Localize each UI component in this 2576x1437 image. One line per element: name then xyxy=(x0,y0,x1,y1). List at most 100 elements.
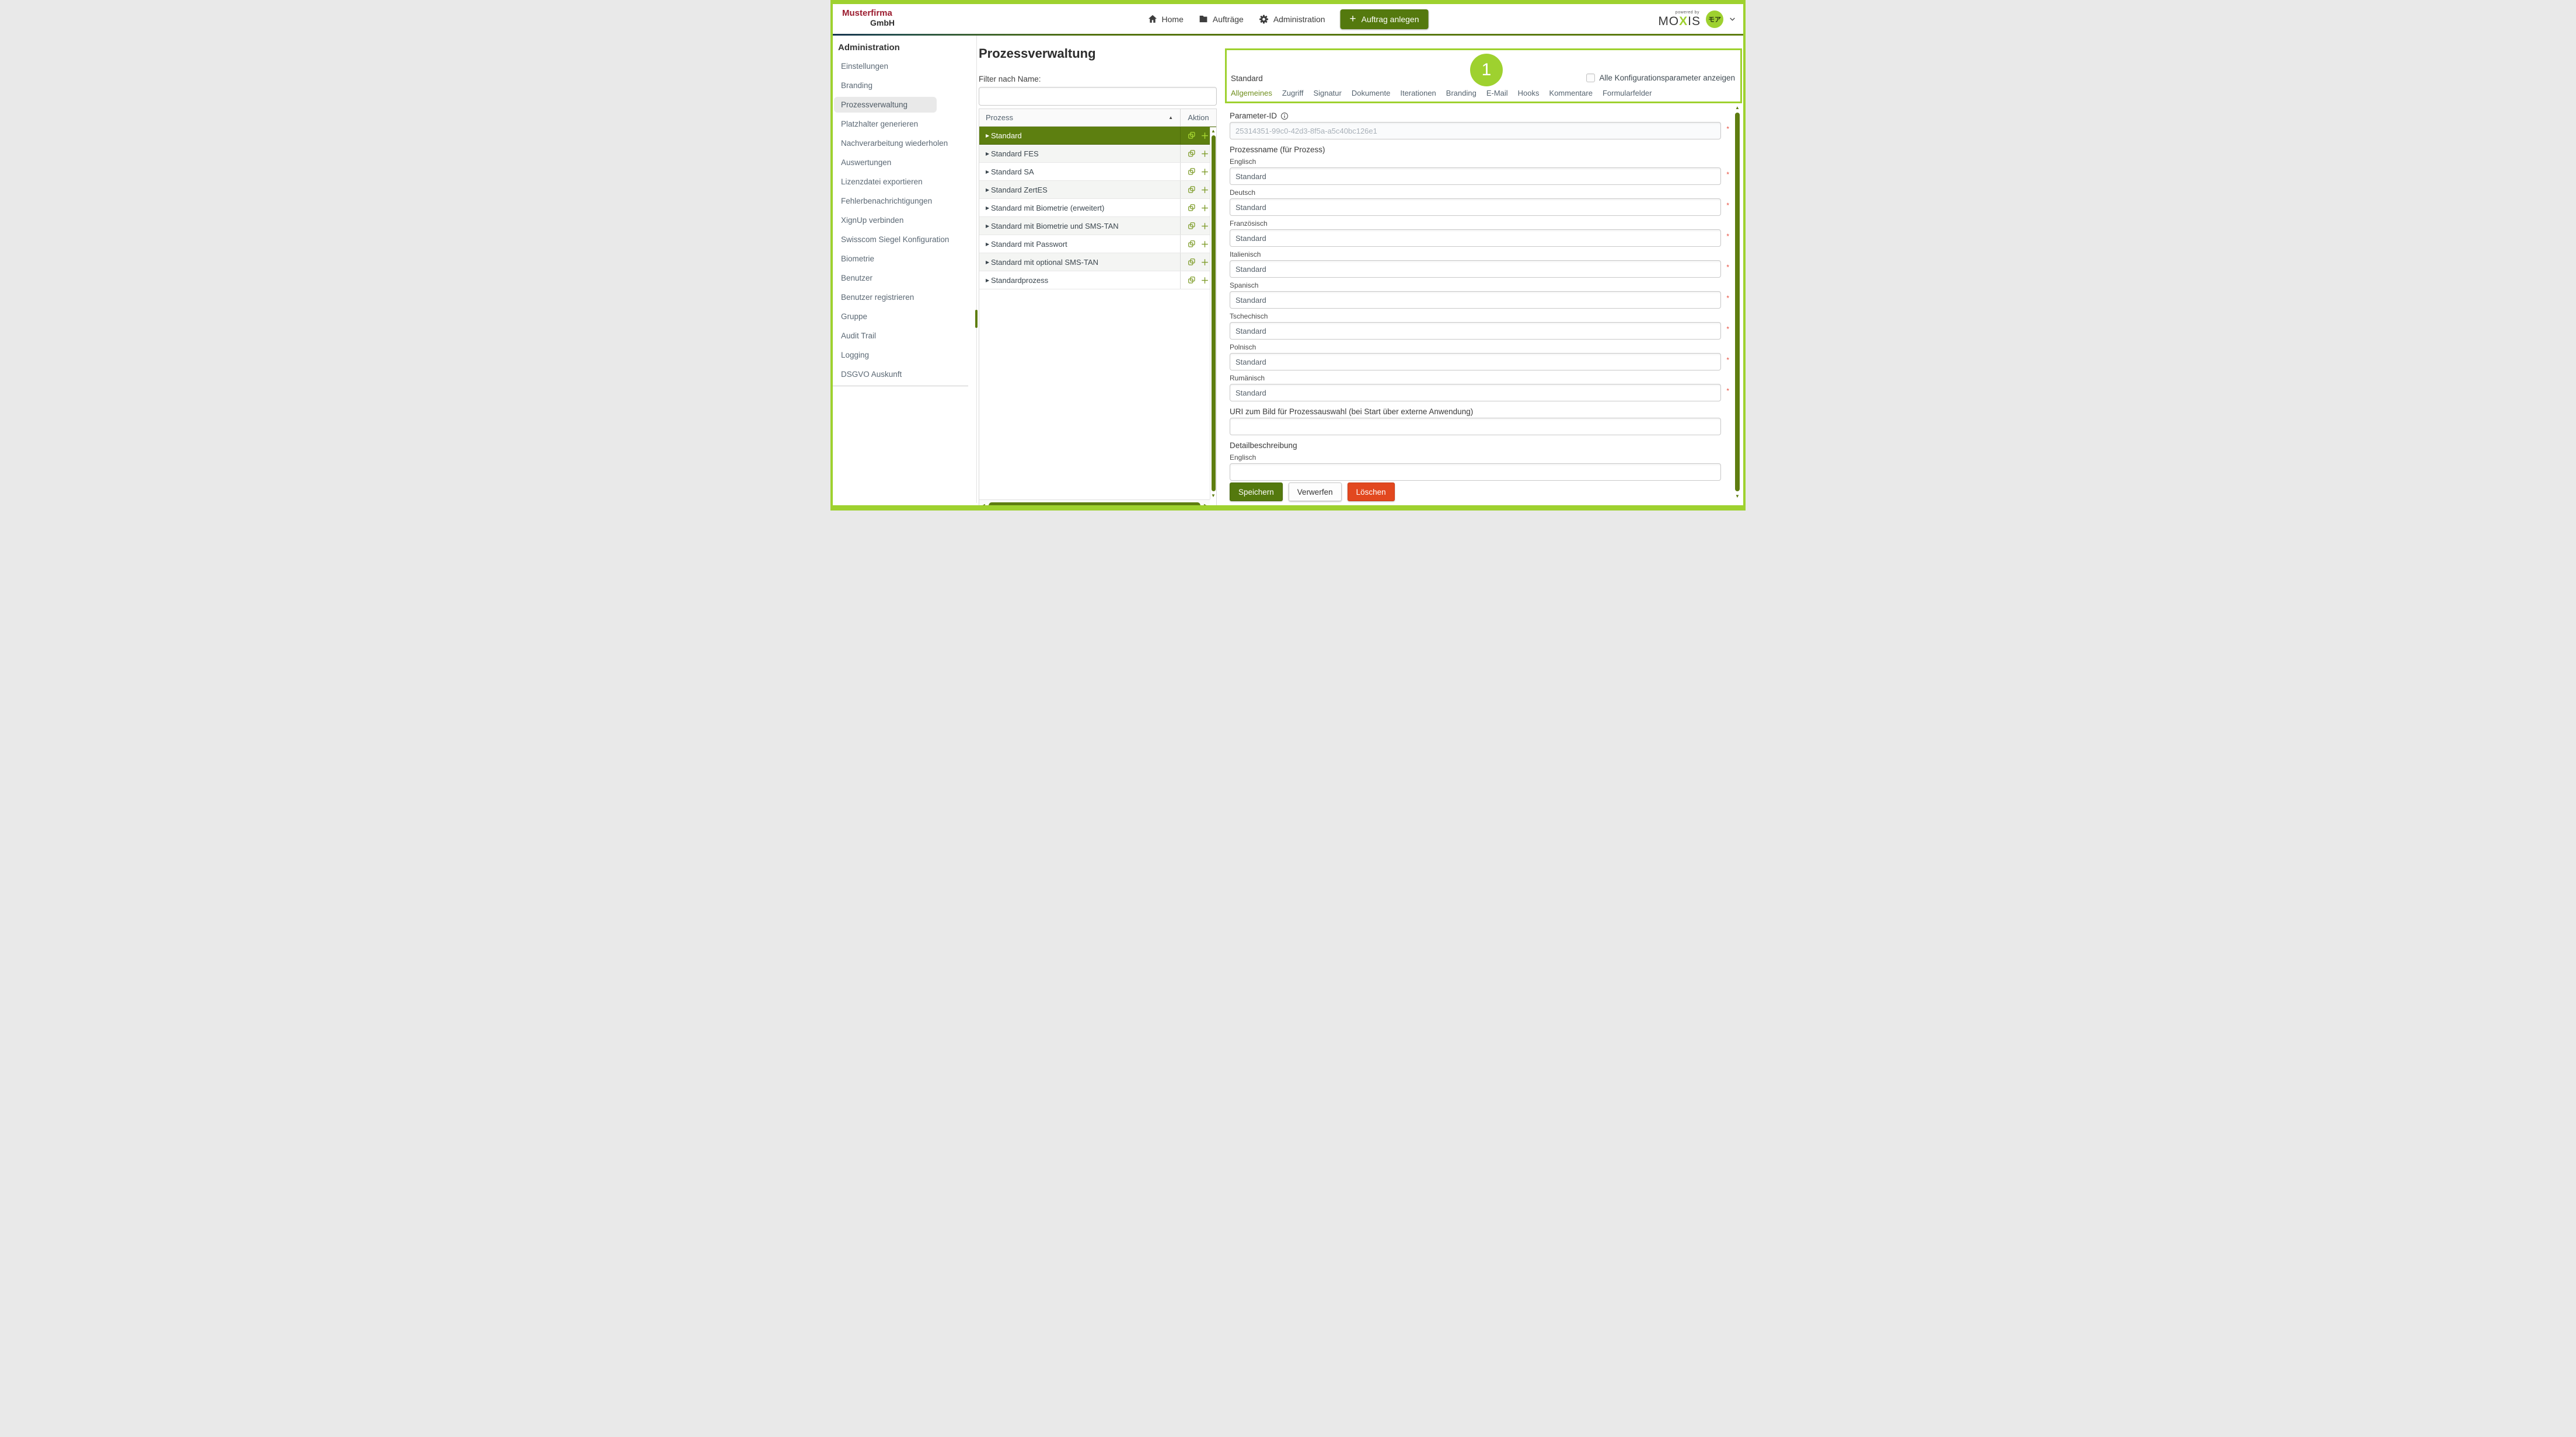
sidebar-item-einstellungen[interactable]: Einstellungen xyxy=(833,57,968,76)
add-icon[interactable] xyxy=(1200,276,1209,285)
sidebar-scrollbar-track[interactable] xyxy=(976,36,977,503)
add-icon[interactable] xyxy=(1200,258,1209,267)
caret-right-icon[interactable]: ▶ xyxy=(979,133,991,138)
sidebar-item-gruppe[interactable]: Gruppe xyxy=(833,307,968,326)
table-row-standardprozess[interactable]: ▶ Standardprozess xyxy=(979,271,1216,289)
tab-allgemeines[interactable]: Allgemeines xyxy=(1231,89,1272,97)
nav-auftraege[interactable]: Aufträge xyxy=(1199,14,1244,24)
process-name-deutsch-input[interactable] xyxy=(1230,198,1721,216)
tab-branding[interactable]: Branding xyxy=(1446,89,1477,97)
discard-button[interactable]: Verwerfen xyxy=(1289,483,1342,501)
table-row-standard-biometrie-sms-tan[interactable]: ▶ Standard mit Biometrie und SMS-TAN xyxy=(979,217,1216,235)
add-icon[interactable] xyxy=(1200,222,1209,230)
add-icon[interactable] xyxy=(1200,167,1209,176)
copy-icon[interactable] xyxy=(1188,131,1196,139)
tab-formularfelder[interactable]: Formularfelder xyxy=(1603,89,1652,97)
sidebar-item-xignup-verbinden[interactable]: XignUp verbinden xyxy=(833,211,968,230)
scroll-down-icon[interactable]: ▼ xyxy=(1734,494,1740,499)
detail-vertical-scrollbar[interactable]: ▲ ▼ xyxy=(1734,105,1740,499)
copy-icon[interactable] xyxy=(1188,167,1196,176)
sidebar-item-logging[interactable]: Logging xyxy=(833,345,968,365)
caret-right-icon[interactable]: ▶ xyxy=(979,205,991,211)
scroll-down-icon[interactable]: ▼ xyxy=(1210,493,1216,498)
sidebar-item-lizenzdatei-exportieren[interactable]: Lizenzdatei exportieren xyxy=(833,172,968,191)
tab-zugriff[interactable]: Zugriff xyxy=(1282,89,1304,97)
column-header-prozess[interactable]: Prozess ▲ xyxy=(979,109,1180,126)
process-name-franzoesisch-input[interactable] xyxy=(1230,229,1721,247)
uri-input[interactable] xyxy=(1230,418,1721,435)
process-name-rumaenisch-input[interactable] xyxy=(1230,384,1721,401)
save-button[interactable]: Speichern xyxy=(1230,483,1283,501)
sort-asc-icon[interactable]: ▲ xyxy=(1168,115,1180,120)
scroll-right-icon[interactable]: ▶ xyxy=(1202,503,1210,508)
tab-dokumente[interactable]: Dokumente xyxy=(1352,89,1390,97)
table-row-standard-sa[interactable]: ▶ Standard SA xyxy=(979,163,1216,181)
add-icon[interactable] xyxy=(1200,149,1209,158)
table-vertical-scrollbar[interactable]: ▲ ▼ xyxy=(1210,127,1216,499)
caret-right-icon[interactable]: ▶ xyxy=(979,151,991,156)
add-icon[interactable] xyxy=(1200,240,1209,249)
user-avatar[interactable]: モア xyxy=(1706,11,1723,28)
table-vscroll-thumb[interactable] xyxy=(1212,135,1216,491)
caret-right-icon[interactable]: ▶ xyxy=(979,223,991,229)
caret-right-icon[interactable]: ▶ xyxy=(979,278,991,283)
copy-icon[interactable] xyxy=(1188,276,1196,284)
add-icon[interactable] xyxy=(1200,131,1209,140)
process-name-italienisch-input[interactable] xyxy=(1230,260,1721,278)
copy-icon[interactable] xyxy=(1188,240,1196,248)
scroll-left-icon[interactable]: ◀ xyxy=(979,503,987,508)
sidebar-item-branding[interactable]: Branding xyxy=(833,76,968,95)
detail-description-englisch-input[interactable] xyxy=(1230,463,1721,481)
table-horizontal-scrollbar[interactable]: ◀ ▶ xyxy=(979,499,1210,511)
tab-signatur[interactable]: Signatur xyxy=(1313,89,1341,97)
process-name-englisch-input[interactable] xyxy=(1230,167,1721,185)
chevron-down-icon[interactable] xyxy=(1729,15,1736,23)
tab-email[interactable]: E-Mail xyxy=(1486,89,1508,97)
process-name-polnisch-input[interactable] xyxy=(1230,353,1721,370)
table-row-standard-passwort[interactable]: ▶ Standard mit Passwort xyxy=(979,235,1216,253)
delete-button[interactable]: Löschen xyxy=(1348,483,1395,501)
nav-home[interactable]: Home xyxy=(1148,14,1184,24)
sidebar-item-auswertungen[interactable]: Auswertungen xyxy=(833,153,968,172)
sidebar-item-benutzer-registrieren[interactable]: Benutzer registrieren xyxy=(833,288,968,307)
copy-icon[interactable] xyxy=(1188,222,1196,230)
add-icon[interactable] xyxy=(1200,204,1209,212)
sidebar-item-audit-trail[interactable]: Audit Trail xyxy=(833,326,968,345)
sidebar-item-nachverarbeitung-wiederholen[interactable]: Nachverarbeitung wiederholen xyxy=(833,134,968,153)
sidebar-item-dsgvo-auskunft[interactable]: DSGVO Auskunft xyxy=(833,365,968,384)
sidebar-item-benutzer[interactable]: Benutzer xyxy=(833,268,968,288)
tab-iterationen[interactable]: Iterationen xyxy=(1400,89,1436,97)
scroll-up-icon[interactable]: ▲ xyxy=(1210,128,1216,134)
tab-hooks[interactable]: Hooks xyxy=(1518,89,1540,97)
nav-administration[interactable]: Administration xyxy=(1259,14,1325,25)
caret-right-icon[interactable]: ▶ xyxy=(979,169,991,174)
sidebar-item-swisscom-siegel-konfiguration[interactable]: Swisscom Siegel Konfiguration xyxy=(833,230,968,249)
copy-icon[interactable] xyxy=(1188,204,1196,212)
table-row-standard-fes[interactable]: ▶ Standard FES xyxy=(979,145,1216,163)
create-order-button[interactable]: + Auftrag anlegen xyxy=(1341,9,1429,29)
table-hscroll-thumb[interactable] xyxy=(989,502,1200,509)
show-all-params-checkbox[interactable] xyxy=(1586,74,1595,82)
add-icon[interactable] xyxy=(1200,186,1209,194)
sidebar-item-biometrie[interactable]: Biometrie xyxy=(833,249,968,268)
process-name-spanisch-input[interactable] xyxy=(1230,291,1721,309)
detail-vscroll-thumb[interactable] xyxy=(1735,113,1740,491)
copy-icon[interactable] xyxy=(1188,258,1196,266)
tab-kommentare[interactable]: Kommentare xyxy=(1549,89,1593,97)
info-icon[interactable] xyxy=(1280,112,1289,120)
sidebar-scrollbar-thumb[interactable] xyxy=(975,310,978,328)
table-row-standard-optional-sms-tan[interactable]: ▶ Standard mit optional SMS-TAN xyxy=(979,253,1216,271)
caret-right-icon[interactable]: ▶ xyxy=(979,242,991,247)
table-row-standard-biometrie-erweitert[interactable]: ▶ Standard mit Biometrie (erweitert) xyxy=(979,199,1216,217)
filter-input[interactable] xyxy=(979,87,1217,106)
sidebar-item-prozessverwaltung[interactable]: Prozessverwaltung xyxy=(833,95,968,114)
sidebar-item-fehlerbenachrichtigungen[interactable]: Fehlerbenachrichtigungen xyxy=(833,191,968,211)
sidebar-item-platzhalter-generieren[interactable]: Platzhalter generieren xyxy=(833,114,968,134)
caret-right-icon[interactable]: ▶ xyxy=(979,260,991,265)
copy-icon[interactable] xyxy=(1188,149,1196,158)
table-row-standard[interactable]: ▶ Standard xyxy=(979,127,1216,145)
copy-icon[interactable] xyxy=(1188,186,1196,194)
table-row-standard-zertes[interactable]: ▶ Standard ZertES xyxy=(979,181,1216,199)
process-name-tschechisch-input[interactable] xyxy=(1230,322,1721,340)
scroll-up-icon[interactable]: ▲ xyxy=(1734,105,1740,110)
